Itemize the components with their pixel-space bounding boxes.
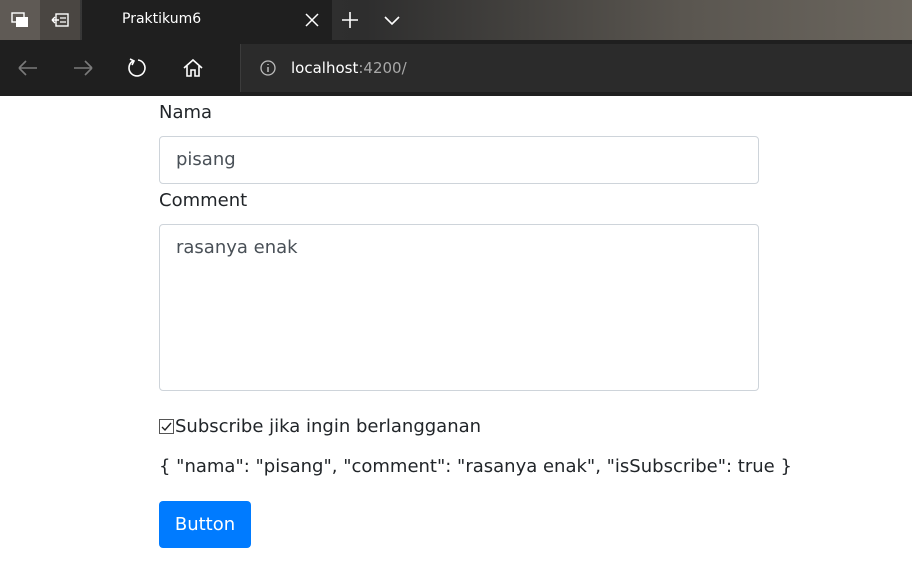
nama-input[interactable]: pisang: [159, 136, 759, 184]
new-tab-icon[interactable]: [340, 10, 360, 30]
tab-preview-icon: [11, 12, 28, 27]
forward-arrow-icon[interactable]: [71, 56, 95, 80]
refresh-icon[interactable]: [126, 56, 150, 80]
url-text: localhost:4200/: [291, 59, 407, 77]
url-host: localhost: [291, 59, 359, 77]
comment-label: Comment: [159, 190, 248, 211]
back-arrow-icon[interactable]: [16, 56, 40, 80]
home-icon[interactable]: [181, 56, 205, 80]
browser-tab-bar: Praktikum6: [0, 0, 912, 40]
json-output: { "nama": "pisang", "comment": "rasanya …: [159, 456, 792, 477]
address-bar[interactable]: localhost:4200/: [240, 44, 912, 92]
subscribe-label: Subscribe jika ingin berlangganan: [175, 416, 482, 437]
subscribe-row: Subscribe jika ingin berlangganan: [159, 416, 481, 437]
set-aside-icon: [51, 13, 69, 27]
chevron-down-icon[interactable]: [383, 12, 401, 28]
url-port: :4200/: [358, 59, 407, 77]
checkmark-icon: [161, 422, 172, 431]
tab-praktikum6[interactable]: Praktikum6: [82, 0, 332, 40]
submit-button[interactable]: Button: [159, 501, 251, 548]
close-icon[interactable]: [304, 12, 320, 28]
nama-label: Nama: [159, 102, 213, 123]
comment-textarea[interactable]: rasanya enak: [159, 224, 759, 391]
tab-title: Praktikum6: [122, 11, 202, 27]
tab-preview-button[interactable]: [0, 0, 40, 40]
info-icon[interactable]: [259, 59, 277, 77]
set-aside-tabs-button[interactable]: [40, 0, 80, 40]
subscribe-checkbox[interactable]: [159, 419, 174, 434]
